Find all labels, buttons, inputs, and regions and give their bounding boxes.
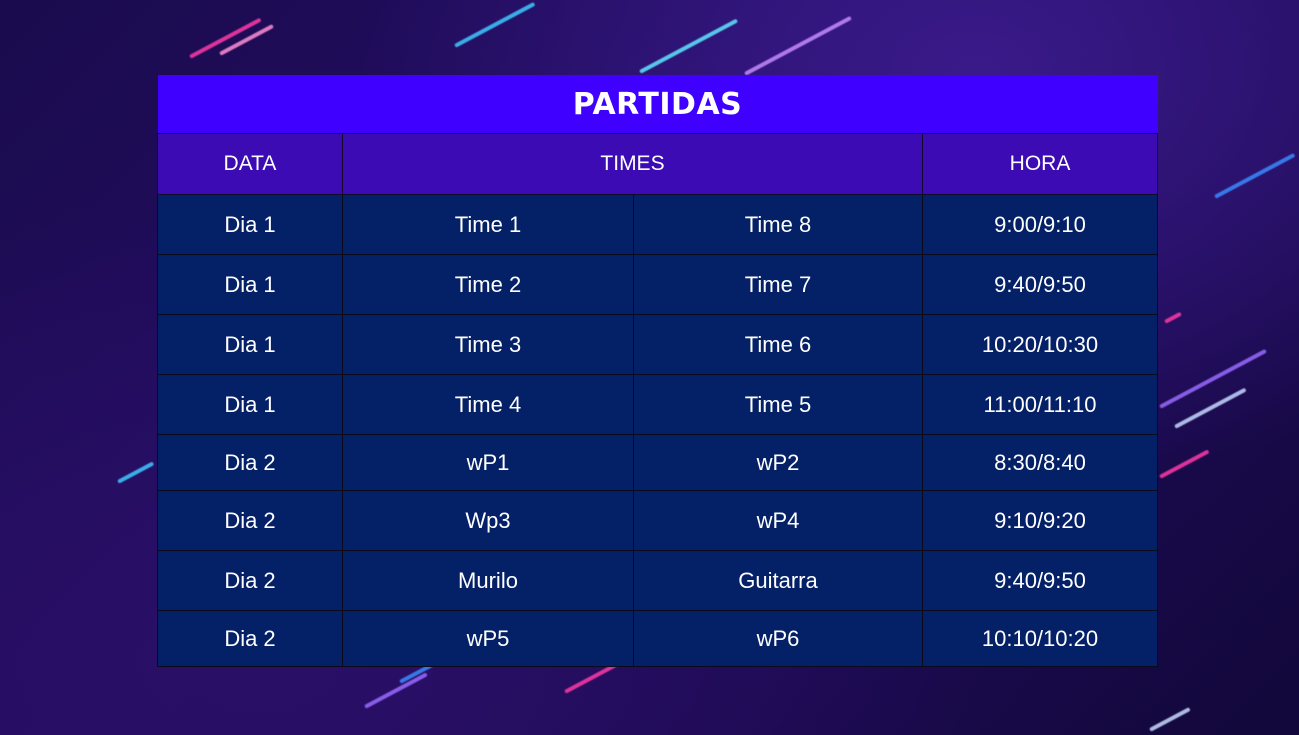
cell-dia: Dia 2 [157,550,343,611]
cell-time-b: Guitarra [633,550,923,611]
cell-time-b: Time 8 [633,194,923,255]
matches-table-container: PARTIDAS DATA TIMES HORA Dia 1 Time 1 Ti… [157,75,1158,667]
cell-time-b: wP2 [633,434,923,491]
background-streak [1214,152,1296,199]
cell-dia: Dia 1 [157,194,343,255]
table-row: Dia 1 Time 4 Time 5 11:00/11:10 [157,374,1158,435]
background-streak [364,672,428,709]
cell-time-b: Time 6 [633,314,923,375]
cell-time-a: Time 1 [342,194,634,255]
cell-hora: 9:00/9:10 [922,194,1158,255]
background-streak [1159,348,1267,409]
table-row: Dia 2 Wp3 wP4 9:10/9:20 [157,490,1158,551]
cell-time-a: Wp3 [342,490,634,551]
table-row: Dia 2 Murilo Guitarra 9:40/9:50 [157,550,1158,611]
table-row: Dia 1 Time 3 Time 6 10:20/10:30 [157,314,1158,375]
cell-time-a: Time 3 [342,314,634,375]
cell-hora: 9:40/9:50 [922,254,1158,315]
background-streak [1149,707,1191,732]
table-title: PARTIDAS [157,75,1158,134]
background-streak [1164,311,1182,324]
cell-dia: Dia 1 [157,374,343,435]
background-streak [744,15,852,76]
table-row: Dia 2 wP1 wP2 8:30/8:40 [157,434,1158,491]
cell-dia: Dia 2 [157,610,343,667]
background-streak [117,461,155,484]
cell-dia: Dia 1 [157,254,343,315]
table-header-row: DATA TIMES HORA [157,133,1158,195]
cell-time-a: Time 2 [342,254,634,315]
cell-dia: Dia 1 [157,314,343,375]
background-streak [639,18,739,74]
background-streak [1159,449,1210,479]
cell-time-b: wP6 [633,610,923,667]
cell-time-b: Time 5 [633,374,923,435]
cell-hora: 11:00/11:10 [922,374,1158,435]
table-title-row: PARTIDAS [157,75,1158,134]
header-times: TIMES [342,133,923,195]
cell-hora: 9:40/9:50 [922,550,1158,611]
table-row: Dia 1 Time 2 Time 7 9:40/9:50 [157,254,1158,315]
cell-time-a: wP5 [342,610,634,667]
cell-hora: 8:30/8:40 [922,434,1158,491]
matches-table: PARTIDAS DATA TIMES HORA Dia 1 Time 1 Ti… [157,75,1158,667]
cell-dia: Dia 2 [157,434,343,491]
cell-hora: 9:10/9:20 [922,490,1158,551]
table-row: Dia 2 wP5 wP6 10:10/10:20 [157,610,1158,667]
cell-hora: 10:10/10:20 [922,610,1158,667]
cell-time-a: Time 4 [342,374,634,435]
cell-dia: Dia 2 [157,490,343,551]
table-row: Dia 1 Time 1 Time 8 9:00/9:10 [157,194,1158,255]
background-streak [454,1,536,48]
cell-time-a: wP1 [342,434,634,491]
cell-time-b: wP4 [633,490,923,551]
header-hora: HORA [922,133,1158,195]
cell-time-a: Murilo [342,550,634,611]
header-data: DATA [157,133,343,195]
cell-time-b: Time 7 [633,254,923,315]
cell-hora: 10:20/10:30 [922,314,1158,375]
